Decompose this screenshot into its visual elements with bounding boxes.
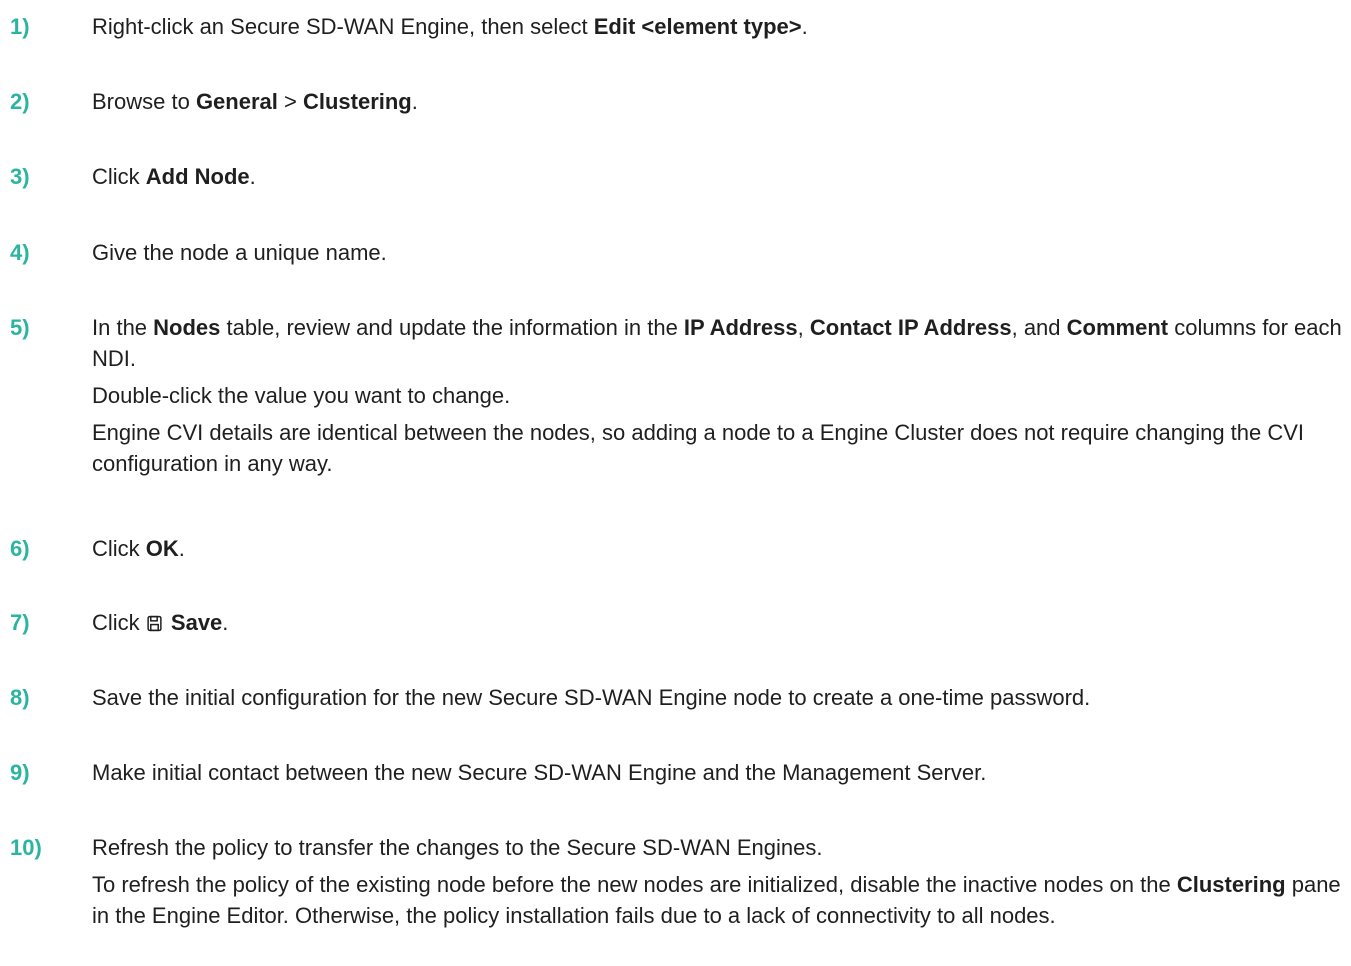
ui-term-contact-ip-address: Contact IP Address	[809, 315, 1012, 340]
step-text: In the Nodes table, review and update th…	[92, 312, 1347, 479]
step-number: 6)	[10, 536, 30, 561]
step-number: 5)	[10, 315, 30, 340]
ui-term-add-node: Add Node	[145, 164, 250, 189]
step-number: 9)	[10, 760, 30, 785]
step-note: To refresh the policy of the existing no…	[92, 872, 1341, 928]
step-number: 7)	[10, 610, 30, 635]
ui-term-comment: Comment	[1066, 315, 1169, 340]
step-text: Save the initial configuration for the n…	[92, 685, 1091, 710]
ui-term-general: General	[195, 89, 278, 114]
menu-command: Edit <element type>	[593, 14, 802, 39]
step-text: Give the node a unique name.	[92, 240, 387, 265]
step-text: Right-click an Secure SD-WAN Engine, the…	[92, 14, 808, 39]
ui-term-clustering: Clustering	[1176, 872, 1286, 897]
step-text: Make initial contact between the new Sec…	[92, 760, 987, 785]
step-number: 4)	[10, 240, 30, 265]
step-text: Browse to General > Clustering.	[92, 89, 418, 114]
step-number: 8)	[10, 685, 30, 710]
save-icon	[147, 615, 162, 632]
step-text: Click Save.	[92, 610, 229, 635]
ui-term-ip-address: IP Address	[683, 315, 798, 340]
step-text: Click Add Node.	[92, 164, 256, 189]
step-note: Engine CVI details are identical between…	[92, 420, 1305, 476]
step-note: Double-click the value you want to chang…	[92, 383, 511, 408]
ui-term-ok: OK	[145, 536, 179, 561]
step-number: 2)	[10, 89, 30, 114]
ui-term-clustering: Clustering	[302, 89, 412, 114]
ui-term-save: Save	[170, 610, 223, 635]
step-number: 3)	[10, 164, 30, 189]
step-text: Refresh the policy to transfer the chang…	[92, 832, 1347, 931]
step-main-text: In the Nodes table, review and update th…	[92, 315, 1342, 371]
step-text: Click OK.	[92, 536, 185, 561]
step-main-text: Refresh the policy to transfer the chang…	[92, 835, 823, 860]
step-number: 10)	[10, 835, 42, 860]
step-number: 1)	[10, 14, 30, 39]
ui-term-nodes: Nodes	[153, 315, 221, 340]
